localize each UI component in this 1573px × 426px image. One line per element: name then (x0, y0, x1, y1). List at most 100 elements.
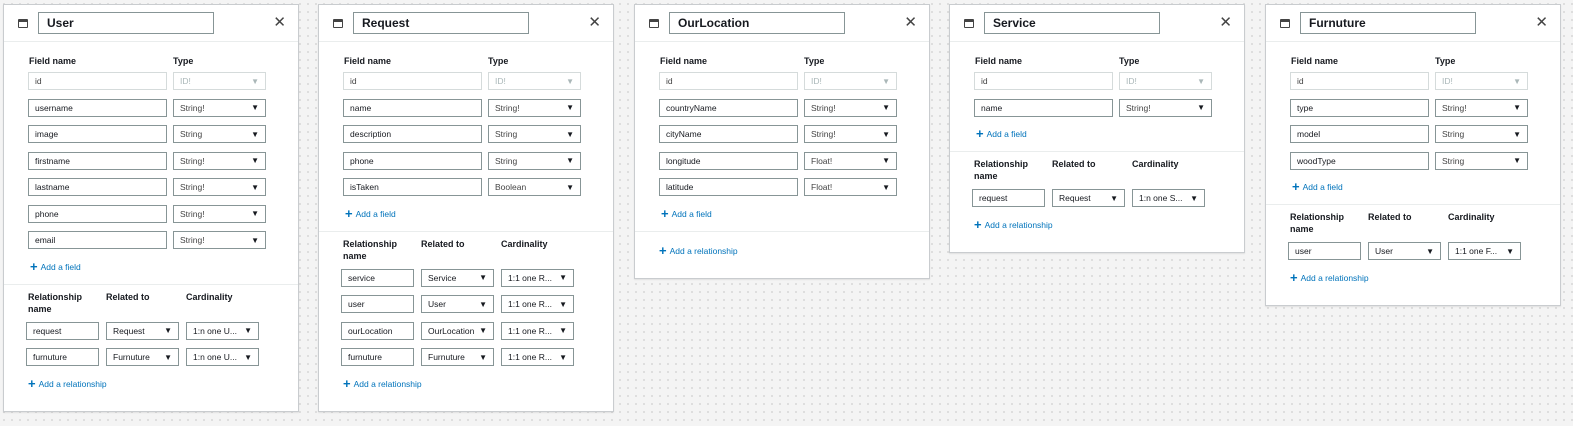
field-type-select[interactable]: String! ▼ (173, 231, 266, 250)
add-relationship-link[interactable]: + Add a relationship (657, 238, 907, 264)
cardinality-select[interactable]: 1:1 one R... ▼ (501, 268, 574, 287)
relationship-name-header: Relationship name (343, 238, 398, 261)
field-name-input[interactable]: name (343, 98, 482, 117)
caret-down-icon: ▼ (251, 209, 259, 219)
add-field-link[interactable]: + Add a field (659, 201, 905, 227)
model-name-input[interactable]: User (38, 12, 214, 34)
add-relationship-link[interactable]: + Add a relationship (26, 371, 276, 397)
add-relationship-link[interactable]: + Add a relationship (1288, 265, 1538, 291)
caret-down-icon: ▼ (479, 352, 487, 362)
field-type-value: Boolean (495, 182, 527, 193)
field-name-input[interactable]: longitude (659, 151, 798, 170)
field-type-select[interactable]: String ▼ (1435, 125, 1528, 144)
field-name-input[interactable]: phone (28, 204, 167, 223)
cardinality-select[interactable]: 1:n one S... ▼ (1132, 189, 1205, 208)
field-name-input[interactable]: phone (343, 151, 482, 170)
relationship-name-input[interactable]: service (341, 268, 414, 287)
caret-down-icon: ▼ (479, 273, 487, 283)
model-name-input[interactable]: OurLocation (669, 12, 845, 34)
field-type-select[interactable]: String! ▼ (173, 151, 266, 170)
field-name-input[interactable]: name (974, 98, 1113, 117)
related-to-select[interactable]: Furnuture ▼ (421, 348, 494, 367)
related-to-select[interactable]: Furnuture ▼ (106, 348, 179, 367)
field-type-select[interactable]: String! ▼ (804, 125, 897, 144)
field-name-input[interactable]: lastname (28, 178, 167, 197)
model-card-user: User ✕ Field name Type id ID! ▼ username String!… (3, 4, 299, 412)
cardinality-value: 1:n one U... (193, 352, 237, 363)
field-row: type String! ▼ (1290, 95, 1536, 122)
field-type-select[interactable]: String ▼ (173, 125, 266, 144)
close-icon[interactable]: ✕ (1219, 15, 1232, 31)
relationships-section: Relationship name Related to Cardinality re… (950, 152, 1244, 252)
field-name-input[interactable]: type (1290, 98, 1429, 117)
field-name-input[interactable]: image (28, 125, 167, 144)
cardinality-select[interactable]: 1:n one U... ▼ (186, 348, 259, 367)
relationship-name-input[interactable]: request (26, 321, 99, 340)
field-type-select[interactable]: String! ▼ (173, 204, 266, 223)
field-name-input[interactable]: firstname (28, 151, 167, 170)
model-name-input[interactable]: Service (984, 12, 1160, 34)
field-name-input[interactable]: latitude (659, 178, 798, 197)
related-to-select[interactable]: User ▼ (1368, 242, 1441, 261)
related-to-select[interactable]: Request ▼ (106, 321, 179, 340)
related-to-select[interactable]: User ▼ (421, 295, 494, 314)
close-icon[interactable]: ✕ (904, 15, 917, 31)
add-field-link[interactable]: + Add a field (1290, 174, 1536, 200)
related-to-header: Related to (106, 291, 150, 302)
cardinality-select[interactable]: 1:1 one F... ▼ (1448, 242, 1521, 261)
field-name-input[interactable]: description (343, 125, 482, 144)
field-name-input[interactable]: email (28, 231, 167, 250)
field-type-select[interactable]: String ▼ (1435, 151, 1528, 170)
field-type-select[interactable]: String! ▼ (1119, 98, 1212, 117)
model-name-input[interactable]: Furnuture (1300, 12, 1476, 34)
field-name-input[interactable]: woodType (1290, 151, 1429, 170)
relationship-name-input[interactable]: user (341, 295, 414, 314)
field-type-select[interactable]: Float! ▼ (804, 151, 897, 170)
related-to-select[interactable]: Request ▼ (1052, 189, 1125, 208)
field-type-select[interactable]: String! ▼ (804, 98, 897, 117)
field-column-headers: Field name Type (659, 52, 905, 68)
field-name-input[interactable]: isTaken (343, 178, 482, 197)
field-column-headers: Field name Type (1290, 52, 1536, 68)
add-field-link[interactable]: + Add a field (974, 121, 1220, 147)
field-column-headers: Field name Type (28, 52, 274, 68)
caret-down-icon: ▼ (882, 182, 890, 192)
field-name-input[interactable]: username (28, 98, 167, 117)
add-relationship-link[interactable]: + Add a relationship (341, 371, 591, 397)
add-relationship-label: Add a relationship (984, 219, 1053, 230)
caret-down-icon: ▼ (1197, 103, 1205, 113)
relationship-name-input[interactable]: user (1288, 242, 1361, 261)
field-name-input[interactable]: model (1290, 125, 1429, 144)
field-type-select[interactable]: String ▼ (488, 125, 581, 144)
field-type-select[interactable]: String! ▼ (173, 178, 266, 197)
close-icon[interactable]: ✕ (1535, 15, 1548, 31)
field-type-select[interactable]: String! ▼ (488, 98, 581, 117)
model-name-input[interactable]: Request (353, 12, 529, 34)
table-icon (1280, 18, 1290, 28)
field-name-input[interactable]: cityName (659, 125, 798, 144)
cardinality-select[interactable]: 1:1 one R... ▼ (501, 348, 574, 367)
caret-down-icon: ▼ (1110, 193, 1118, 203)
field-name-input[interactable]: countryName (659, 98, 798, 117)
add-field-link[interactable]: + Add a field (28, 254, 274, 280)
relationship-name-input[interactable]: request (972, 189, 1045, 208)
close-icon[interactable]: ✕ (588, 15, 601, 31)
cardinality-select[interactable]: 1:1 one R... ▼ (501, 295, 574, 314)
cardinality-select[interactable]: 1:1 one R... ▼ (501, 321, 574, 340)
close-icon[interactable]: ✕ (273, 15, 286, 31)
caret-down-icon: ▼ (566, 182, 574, 192)
relationship-name-input[interactable]: furnuture (26, 348, 99, 367)
related-to-select[interactable]: Service ▼ (421, 268, 494, 287)
add-relationship-link[interactable]: + Add a relationship (972, 212, 1222, 238)
field-type-select[interactable]: String! ▼ (173, 98, 266, 117)
relationship-name-input[interactable]: furnuture (341, 348, 414, 367)
field-type-select[interactable]: String! ▼ (1435, 98, 1528, 117)
field-type-select[interactable]: Float! ▼ (804, 178, 897, 197)
relationship-name-input[interactable]: ourLocation (341, 321, 414, 340)
related-to-select[interactable]: OurLocation ▼ (421, 321, 494, 340)
field-type-select[interactable]: String ▼ (488, 151, 581, 170)
field-type-select[interactable]: Boolean ▼ (488, 178, 581, 197)
add-field-link[interactable]: + Add a field (343, 201, 589, 227)
field-row: name String! ▼ (974, 95, 1220, 122)
cardinality-select[interactable]: 1:n one U... ▼ (186, 321, 259, 340)
